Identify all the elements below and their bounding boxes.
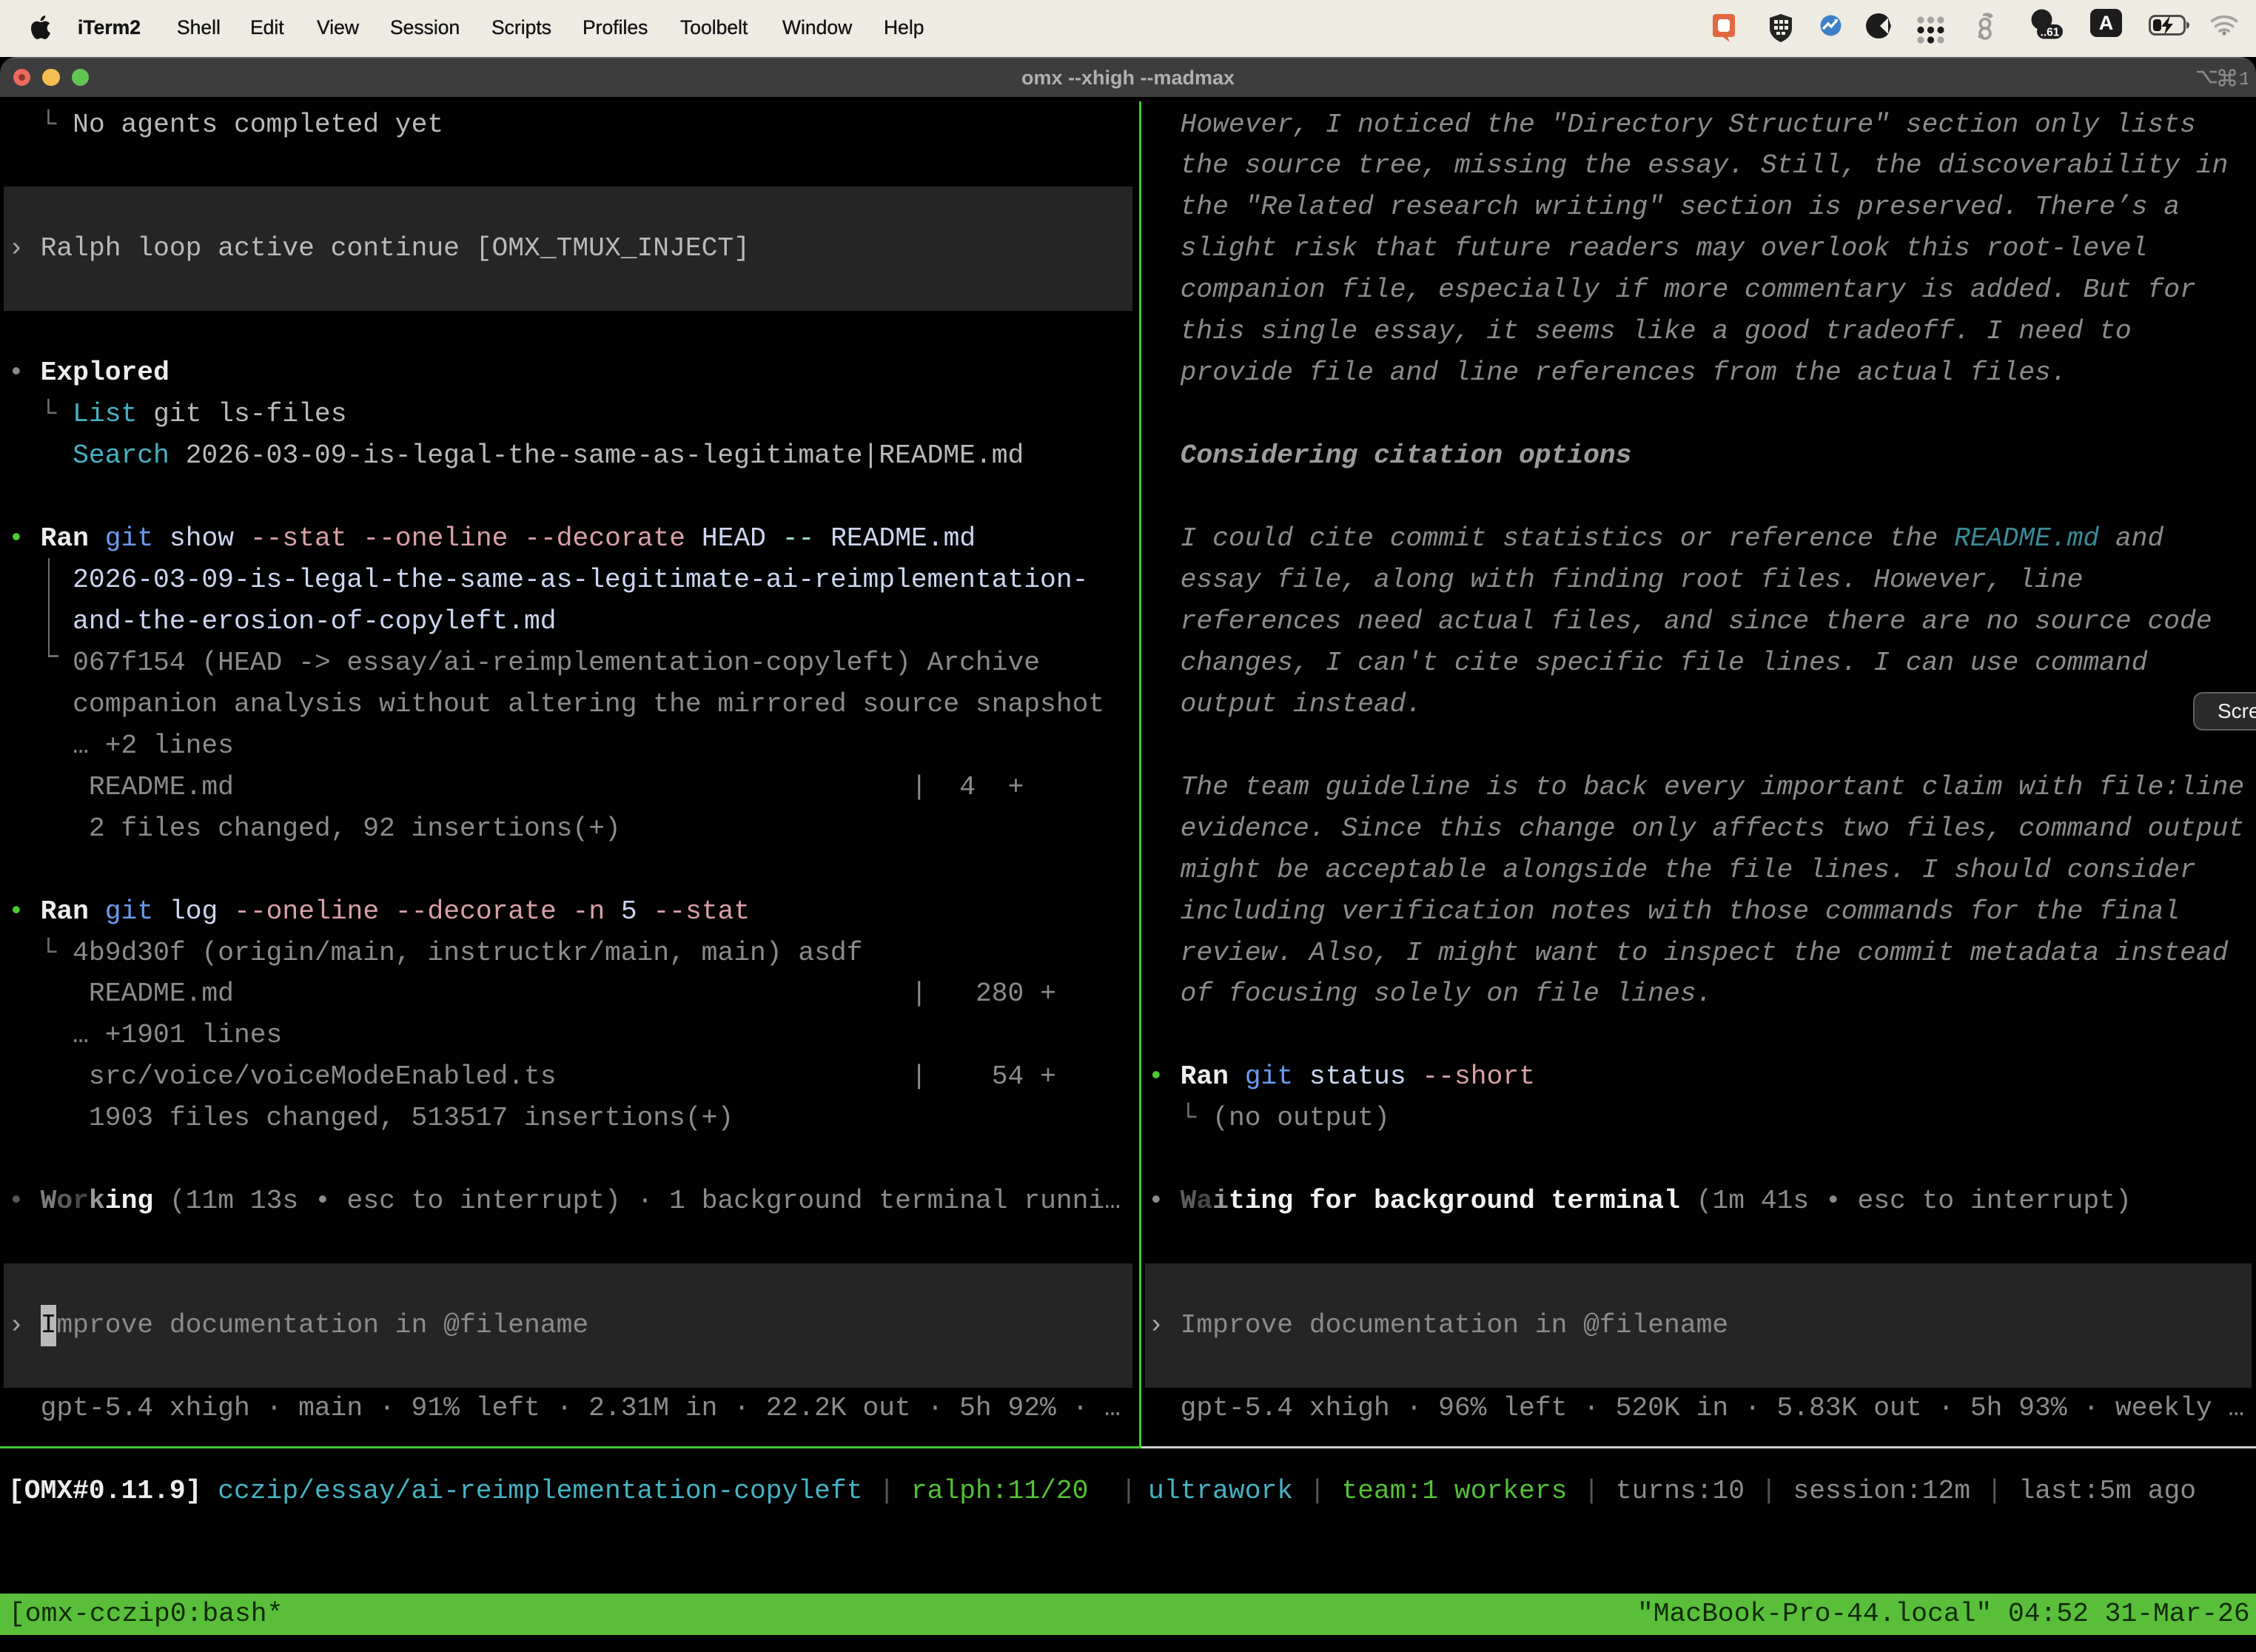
svg-text:1: 1 — [2239, 68, 2248, 87]
svg-text:..61: ..61 — [2041, 27, 2060, 39]
